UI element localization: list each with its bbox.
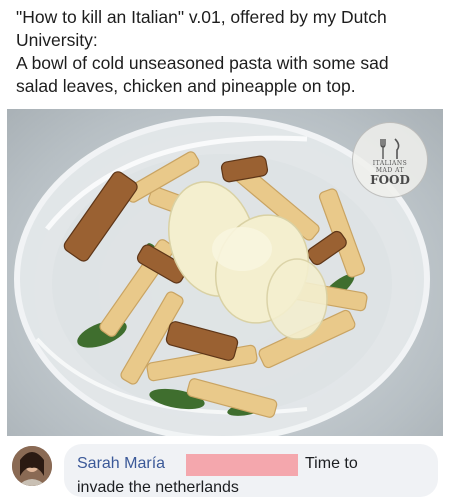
redacted-name-block (186, 454, 298, 476)
post-text: "How to kill an Italian" v.01, offered b… (16, 6, 440, 98)
post-line: University: (16, 30, 98, 50)
post-line: A bowl of cold unseasoned pasta with som… (16, 53, 389, 73)
fork-knife-icon (380, 138, 400, 159)
avatar[interactable] (12, 446, 52, 486)
italians-mad-at-food-logo: ITALIANS MAD AT FOOD (352, 122, 428, 198)
logo-main-text: FOOD (370, 173, 410, 187)
comment: Sarah María Time to invade the netherlan… (0, 436, 450, 499)
logo-top-text: ITALIANS (372, 160, 408, 167)
profile-photo-icon (12, 446, 52, 486)
comment-text: Time to (305, 455, 358, 472)
post-line: salad leaves, chicken and pineapple on t… (16, 76, 356, 96)
comment-author-link[interactable]: Sarah María (77, 455, 165, 473)
comment-text: invade the netherlands (77, 479, 239, 496)
comment-bubble: Sarah María Time to invade the netherlan… (64, 444, 438, 497)
post-line: "How to kill an Italian" v.01, offered b… (16, 7, 387, 27)
